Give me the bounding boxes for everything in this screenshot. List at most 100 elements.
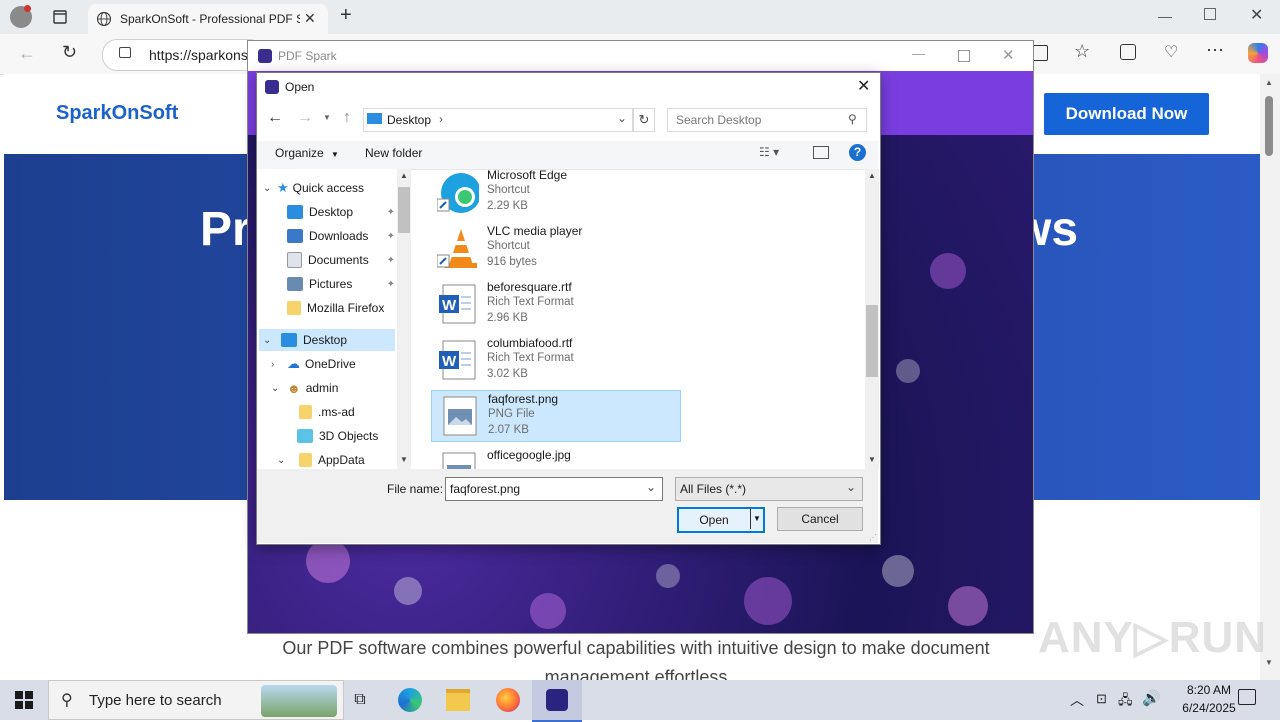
file-list-scrollbar[interactable]: ▲ ▼ (865, 169, 879, 469)
tray-device-icon[interactable]: ⊡ (1096, 691, 1107, 707)
page-scroll-up-icon[interactable]: ▲ (1265, 78, 1273, 87)
file-name-input[interactable]: faqforest.png ⌄ (445, 477, 663, 501)
nav-downloads[interactable]: Downloads ✦ (287, 225, 395, 247)
file-scroll-thumb[interactable] (866, 305, 878, 377)
file-name-dropdown-icon[interactable]: ⌄ (646, 480, 656, 494)
nav-desktop-selected[interactable]: ⌄ Desktop (259, 329, 395, 351)
cancel-button[interactable]: Cancel (777, 507, 863, 531)
resize-grip-icon[interactable]: ⋰ (869, 533, 877, 542)
nav-onedrive[interactable]: › ☁ OneDrive (271, 353, 356, 375)
url-field[interactable]: https://sparkons (102, 39, 264, 71)
spark-close-icon[interactable]: ✕ (1002, 46, 1015, 64)
file-item[interactable]: W beforesquare.rtf Rich Text Format 2.96… (431, 279, 679, 329)
collections-icon[interactable] (1120, 44, 1136, 60)
preview-pane-icon[interactable] (813, 146, 829, 159)
nav-pictures[interactable]: Pictures ✦ (287, 273, 395, 295)
taskbar-search-placeholder: Type here to search (89, 692, 222, 709)
breadcrumb-dropdown-icon[interactable]: ⌄ (617, 111, 627, 125)
profile-avatar[interactable] (10, 5, 32, 28)
nav-quick-access[interactable]: ⌄ ★ Quick access (263, 177, 364, 199)
pdf-spark-app-icon (258, 49, 272, 63)
show-hidden-icons[interactable]: ︿ (1070, 690, 1084, 710)
desktop-icon (281, 333, 297, 347)
file-size: 2.07 KB (488, 424, 529, 436)
notifications-icon[interactable] (1238, 689, 1256, 705)
nav-label: Pictures (309, 277, 353, 291)
new-tab-icon[interactable]: + (340, 4, 352, 27)
more-icon[interactable]: ⋯ (1206, 40, 1224, 61)
nav-desktop-pinned[interactable]: Desktop ✦ (287, 201, 395, 223)
expand-chevron-icon[interactable]: › (271, 359, 287, 370)
browser-essentials-icon[interactable]: ♡ (1164, 42, 1178, 62)
file-item[interactable]: W columbiafood.rtf Rich Text Format 3.02… (431, 335, 679, 385)
taskbar-search-box[interactable]: ⚲ Type here to search (48, 680, 344, 720)
back-icon[interactable]: ← (18, 43, 36, 64)
dialog-close-icon[interactable]: ✕ (857, 76, 870, 96)
favorites-icon[interactable]: ☆ (1074, 41, 1090, 62)
task-view-icon[interactable]: ⧉ (336, 680, 384, 720)
copilot-icon[interactable] (1248, 43, 1268, 63)
clock-time[interactable]: 8:20 AM (1172, 683, 1246, 697)
open-button[interactable]: Open ▼ (677, 507, 765, 533)
start-button[interactable] (0, 680, 48, 720)
page-scrollbar[interactable]: ▲ ▼ (1260, 74, 1280, 680)
dialog-refresh-icon[interactable]: ↻ (633, 108, 655, 132)
pin-icon: ✦ (386, 254, 395, 266)
breadcrumb-field[interactable]: Desktop › ⌄ (363, 108, 633, 132)
minimize-icon[interactable]: — (1158, 8, 1172, 24)
help-icon[interactable]: ? (849, 144, 866, 161)
nav-scrollbar[interactable]: ▲ ▼ (397, 169, 411, 469)
file-scroll-down-icon[interactable]: ▼ (868, 455, 876, 464)
tab-actions-icon[interactable] (46, 3, 74, 31)
file-item[interactable]: Microsoft Edge Shortcut 2.29 KB (431, 169, 679, 217)
breadcrumb-desktop-icon (367, 113, 382, 124)
dialog-back-icon[interactable]: ← (267, 109, 283, 127)
view-options-icon[interactable]: ☷ ▾ (759, 145, 779, 159)
page-scroll-thumb[interactable] (1265, 96, 1273, 156)
nav-appdata[interactable]: ⌄ AppData (277, 449, 365, 471)
volume-icon[interactable]: 🔊 (1142, 689, 1161, 707)
file-item-selected[interactable]: faqforest.png PNG File 2.07 KB (431, 390, 681, 442)
recent-locations-icon[interactable]: ▼ (323, 113, 331, 122)
expand-chevron-icon[interactable]: ⌄ (271, 383, 287, 394)
site-logo[interactable]: SparkOnSoft (56, 102, 178, 125)
download-now-button[interactable]: Download Now (1044, 93, 1209, 135)
nav-3d-objects[interactable]: 3D Objects (297, 425, 378, 447)
spark-maximize-icon[interactable] (958, 50, 970, 62)
new-folder-button[interactable]: New folder (365, 146, 422, 160)
refresh-icon[interactable]: ↻ (62, 42, 77, 63)
file-item[interactable]: officegoogle.jpg (431, 447, 679, 469)
browser-tab-active[interactable]: SparkOnSoft - Professional PDF S ✕ (88, 4, 328, 34)
expand-chevron-icon[interactable]: ⌄ (263, 183, 277, 194)
file-explorer-icon[interactable] (434, 680, 482, 720)
edge-taskbar-icon[interactable] (386, 680, 434, 720)
restore-icon[interactable] (1204, 8, 1216, 20)
dialog-search-field[interactable]: Search Desktop ⚲ (667, 108, 867, 132)
nav-admin[interactable]: ⌄ ☻ admin (271, 377, 338, 399)
close-icon[interactable]: ✕ (1250, 5, 1263, 25)
expand-chevron-icon[interactable]: ⌄ (259, 335, 281, 346)
file-scroll-up-icon[interactable]: ▲ (868, 171, 876, 180)
nav-ms-ad[interactable]: .ms-ad (299, 401, 355, 423)
split-screen-icon[interactable] (1032, 45, 1048, 61)
nav-scroll-thumb[interactable] (398, 187, 410, 233)
pdf-spark-taskbar-icon[interactable] (532, 680, 582, 722)
nav-documents[interactable]: Documents ✦ (287, 249, 395, 271)
nav-scroll-up-icon[interactable]: ▲ (400, 171, 408, 180)
spark-minimize-icon[interactable]: — (912, 46, 925, 61)
nav-mozilla-firefox[interactable]: Mozilla Firefox (287, 297, 384, 319)
breadcrumb-location[interactable]: Desktop (387, 113, 431, 127)
tab-close-icon[interactable]: ✕ (304, 10, 316, 27)
search-highlight-icon[interactable] (261, 685, 337, 717)
file-name-value: faqforest.png (450, 482, 521, 496)
nav-scroll-down-icon[interactable]: ▼ (400, 455, 408, 464)
network-icon[interactable]: 🖧 (1118, 691, 1133, 713)
dialog-forward-icon[interactable]: → (297, 109, 313, 127)
organize-button[interactable]: Organize ▼ (275, 146, 339, 160)
firefox-icon[interactable] (484, 680, 532, 720)
up-folder-icon[interactable]: ↑ (343, 109, 351, 127)
expand-chevron-icon[interactable]: ⌄ (277, 455, 299, 466)
file-item[interactable]: VLC media player Shortcut 916 bytes (431, 223, 679, 273)
open-split-arrow-icon[interactable]: ▼ (750, 509, 763, 529)
file-type-filter[interactable]: All Files (*.*) ⌄ (675, 477, 863, 501)
